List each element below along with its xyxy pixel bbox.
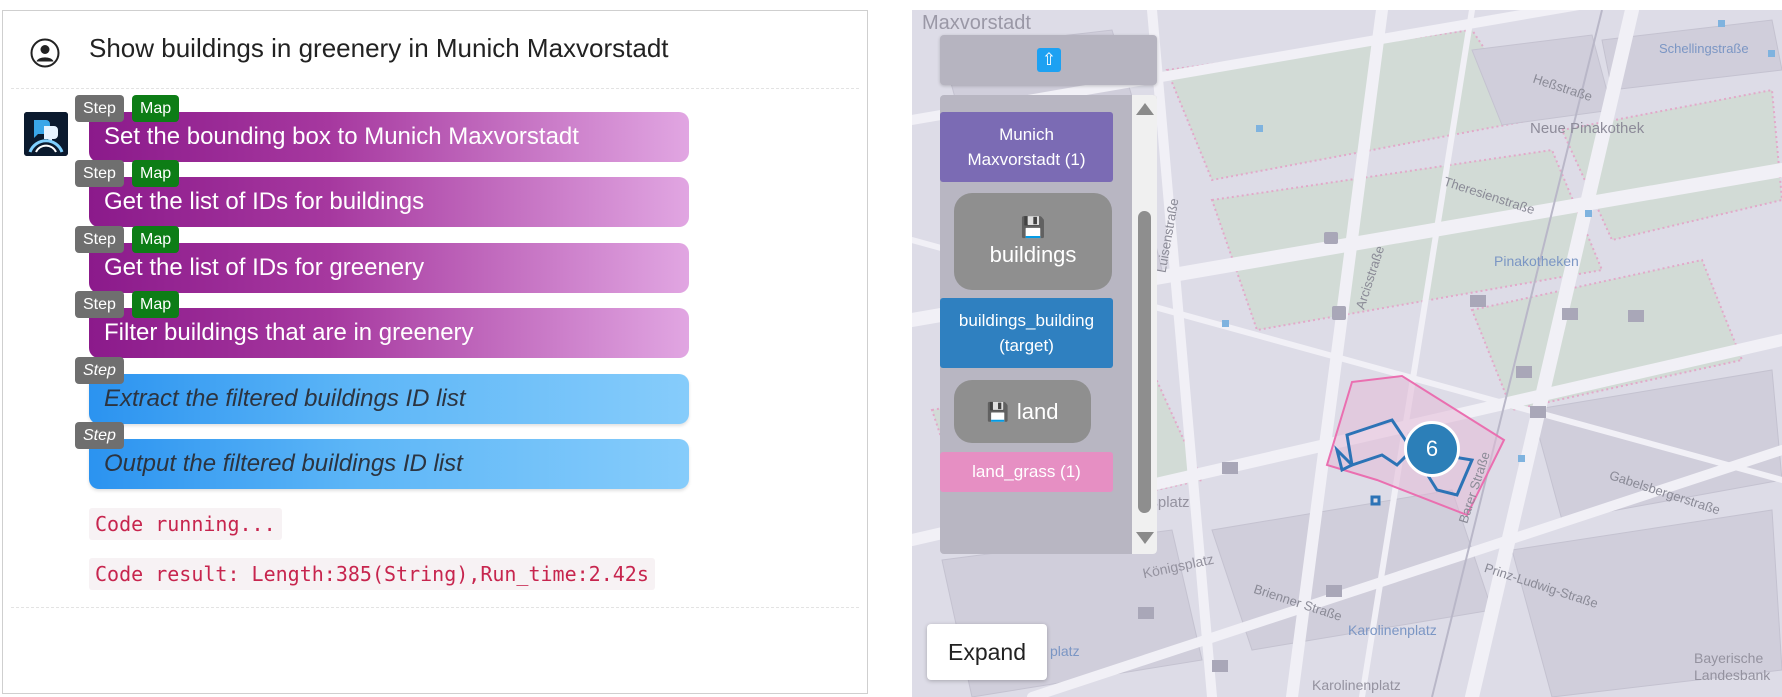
layer-buildings-label: buildings — [989, 241, 1077, 267]
layer-land[interactable]: 💾 land — [954, 380, 1091, 443]
bayerische-label: Bayerische — [1694, 650, 1764, 666]
map-badge[interactable]: Map — [132, 160, 180, 187]
layer-panel: ⇧ Munich Maxvorstadt (1) 💾 buildings bui… — [940, 35, 1157, 554]
chat-panel: Show buildings in greenery in Munich Max… — [2, 10, 868, 694]
step-badge: Step — [75, 160, 124, 187]
step-badge: Step — [75, 95, 124, 122]
floppy-disk-icon: 💾 — [986, 401, 1009, 422]
layer-munich-maxvorstadt[interactable]: Munich Maxvorstadt (1) — [940, 112, 1113, 182]
karolinenplatz-label: Karolinenplatz — [1348, 622, 1437, 638]
code-result-status: Code result: Length:385(String),Run_time… — [89, 558, 655, 590]
upload-icon[interactable]: ⇧ — [1037, 48, 1061, 72]
platz-label: platz — [1050, 643, 1080, 659]
divider — [11, 607, 859, 608]
step-text: Get the list of IDs for buildings — [104, 188, 425, 215]
step-badge: Step — [75, 226, 124, 253]
layer-list-scrollbar[interactable] — [1132, 95, 1157, 554]
scroll-up-arrow-icon[interactable] — [1136, 103, 1154, 115]
step-badge: Step — [75, 422, 124, 449]
floppy-disk-icon: 💾 — [1020, 216, 1046, 239]
step-get-building-ids[interactable]: Step Map Get the list of IDs for buildin… — [75, 160, 689, 227]
user-query-text: Show buildings in greenery in Munich Max… — [89, 33, 669, 63]
map-panel[interactable]: Maxvorstadt Neue Pinakothek Pinakotheken… — [912, 10, 1782, 697]
step-text: Extract the filtered buildings ID list — [104, 385, 466, 412]
user-query-row: Show buildings in greenery in Munich Max… — [3, 11, 867, 88]
layer-buildings-building[interactable]: buildings_building (target) — [940, 298, 1113, 368]
layer-list[interactable]: Munich Maxvorstadt (1) 💾 buildings build… — [940, 95, 1157, 554]
step-text: Get the list of IDs for greenery — [104, 254, 425, 281]
map-badge[interactable]: Map — [132, 291, 180, 318]
step-extract-ids[interactable]: Step Extract the filtered buildings ID l… — [75, 357, 689, 424]
step-filter-buildings[interactable]: Step Map Filter buildings that are in gr… — [75, 291, 689, 358]
step-text: Set the bounding box to Munich Maxvorsta… — [104, 123, 579, 150]
step-set-bounding-box[interactable]: Step Map Set the bounding box to Munich … — [75, 95, 689, 162]
district-label: Maxvorstadt — [922, 12, 1031, 34]
scrollbar-thumb[interactable] — [1138, 211, 1151, 513]
layer-land-label: land — [1016, 398, 1059, 424]
step-text: Output the filtered buildings ID list — [104, 450, 463, 477]
layer-buildings[interactable]: 💾 buildings — [954, 193, 1112, 290]
step-text: Filter buildings that are in greenery — [104, 319, 474, 346]
step-badge: Step — [75, 357, 124, 384]
neue-pinakothek-label: Neue Pinakothek — [1530, 120, 1645, 137]
landesbank-label: Landesbank — [1694, 667, 1771, 683]
scroll-down-arrow-icon[interactable] — [1136, 532, 1154, 544]
map-badge[interactable]: Map — [132, 226, 180, 253]
cluster-marker[interactable]: 6 — [1404, 421, 1460, 477]
layer-land-grass[interactable]: land_grass (1) — [940, 452, 1113, 492]
step-badge: Step — [75, 291, 124, 318]
code-running-status: Code running... — [89, 508, 282, 540]
step-output-ids[interactable]: Step Output the filtered buildings ID li… — [75, 422, 689, 489]
assistant-avatar — [24, 112, 68, 156]
step-get-greenery-ids[interactable]: Step Map Get the list of IDs for greener… — [75, 226, 689, 293]
karolinenplatz-bottom-label: Karolinenplatz — [1312, 677, 1401, 693]
divider — [11, 88, 859, 89]
pinakotheken-label: Pinakotheken — [1494, 253, 1579, 269]
layer-panel-header: ⇧ — [940, 35, 1157, 85]
schellingstrasse-label: Schellingstraße — [1659, 41, 1749, 56]
map-badge[interactable]: Map — [132, 95, 180, 122]
user-avatar-icon — [30, 38, 60, 68]
expand-button[interactable]: Expand — [927, 624, 1047, 680]
